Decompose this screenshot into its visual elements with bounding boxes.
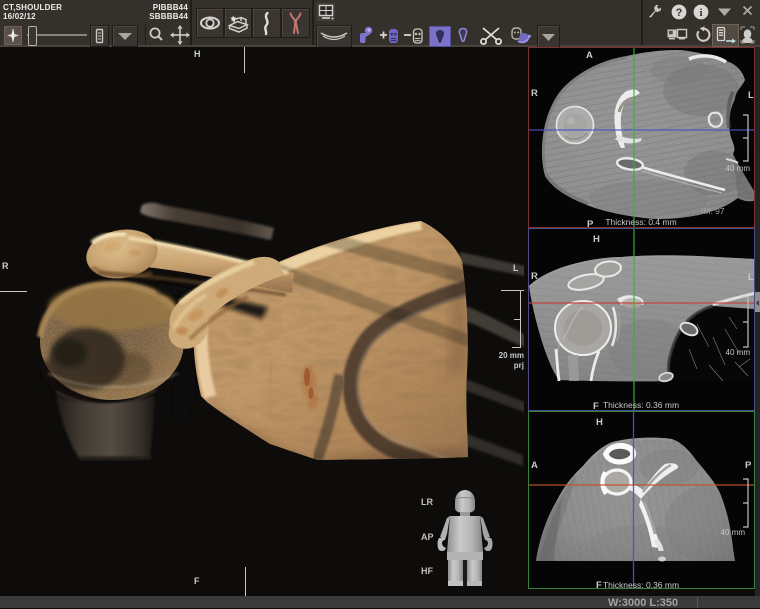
svg-text:R: R	[531, 271, 538, 282]
svg-text:IM: 97: IM: 97	[701, 206, 725, 216]
svg-text:H: H	[593, 234, 600, 245]
svg-text:A: A	[586, 50, 593, 61]
svg-text:Thickness: 0.4 mm: Thickness: 0.4 mm	[605, 217, 676, 227]
svg-text:P: P	[587, 219, 594, 227]
svg-text:F: F	[596, 580, 602, 588]
svg-text:A: A	[531, 460, 538, 471]
svg-text:H: H	[596, 417, 603, 428]
svg-text:R: R	[531, 88, 538, 99]
svg-text:40 mm: 40 mm	[721, 528, 746, 537]
svg-text:40 mm: 40 mm	[726, 164, 751, 173]
svg-text:Thickness: 0.36 mm: Thickness: 0.36 mm	[603, 400, 679, 410]
svg-text:L: L	[748, 272, 754, 283]
svg-text:P: P	[745, 460, 752, 471]
svg-text:i: i	[699, 7, 702, 19]
svg-text:F: F	[593, 401, 599, 410]
svg-text:40 mm: 40 mm	[726, 348, 751, 357]
svg-text:L: L	[748, 90, 754, 101]
svg-text:Thickness: 0.36 mm: Thickness: 0.36 mm	[603, 580, 679, 588]
svg-text:?: ?	[676, 7, 683, 19]
